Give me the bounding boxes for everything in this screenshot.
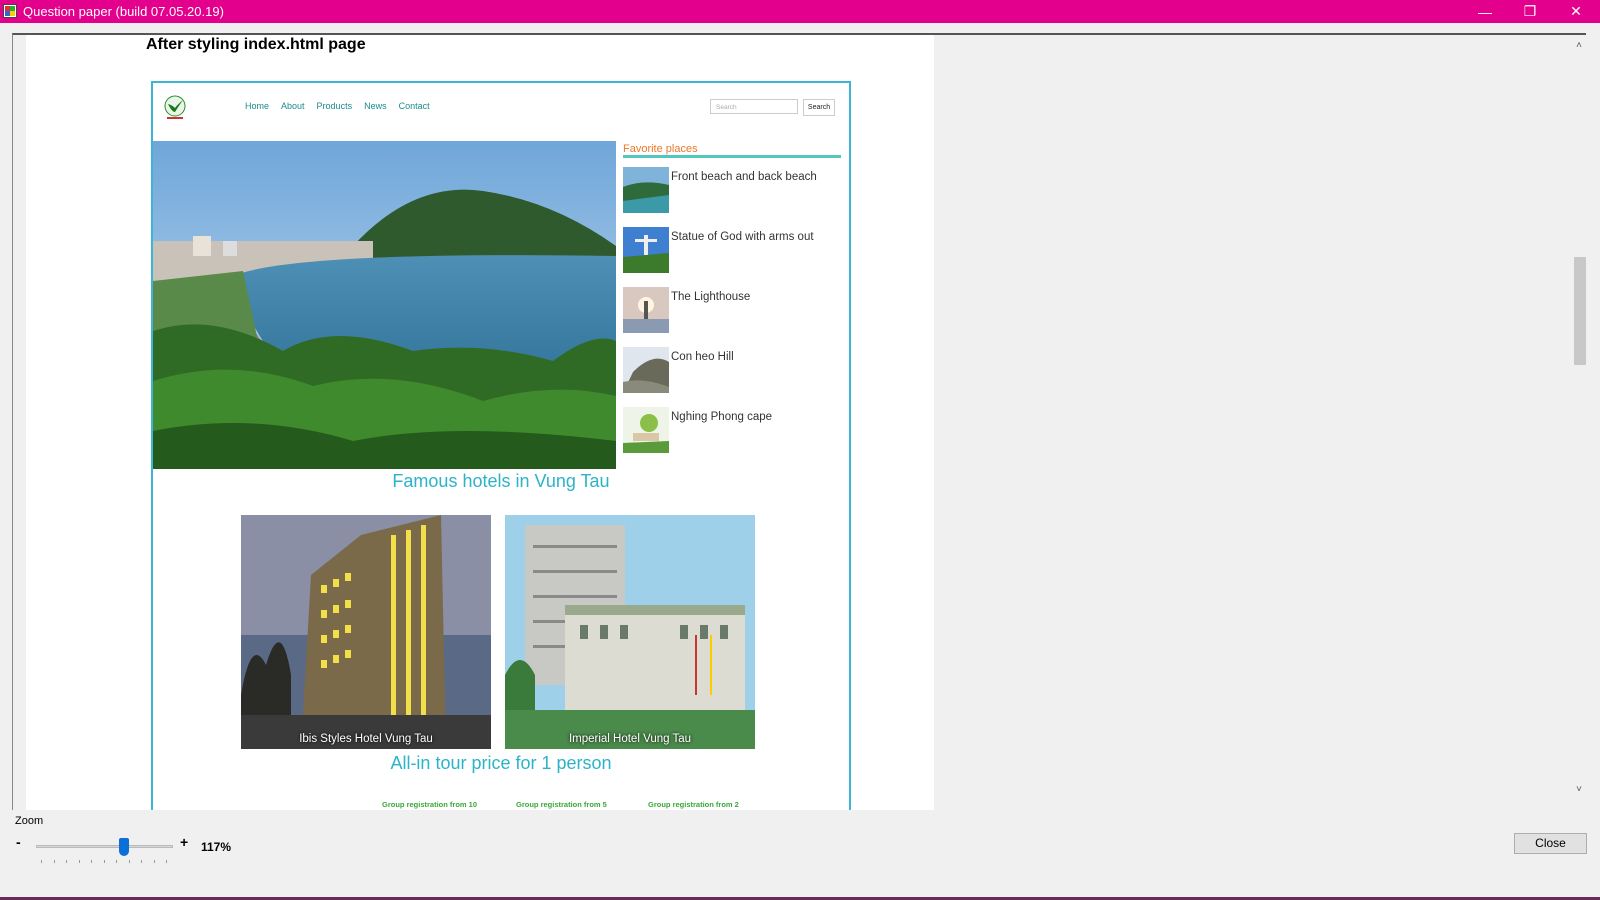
zoom-slider[interactable] (36, 845, 173, 848)
minimize-button[interactable]: — (1462, 0, 1508, 23)
chevron-up-icon[interactable]: ˄ (1572, 39, 1586, 53)
favorite-item: Statue of God with arms out (623, 227, 841, 273)
restore-button[interactable]: ❐ (1507, 0, 1553, 23)
close-window-button[interactable]: ✕ (1553, 0, 1599, 23)
zoom-tick (41, 860, 42, 863)
zoom-tick (91, 860, 92, 863)
price-column-header: Group registration from 5 (516, 800, 607, 809)
hotels-title: Famous hotels in Vung Tau (392, 471, 610, 491)
minimize-icon: — (1478, 3, 1492, 20)
zoom-in-button[interactable]: + (180, 834, 188, 850)
price-column-header: Group registration from 10 (382, 800, 478, 809)
favorite-item: Con heo Hill (623, 347, 841, 393)
website-screenshot: Home About Products News Contact Search … (151, 81, 851, 810)
nav-news: News (364, 101, 387, 111)
favorite-label: Statue of God with arms out (671, 231, 814, 243)
favorite-label: Nghing Phong cape (671, 411, 773, 423)
zoom-tick (153, 860, 155, 863)
window-title: Question paper (build 07.05.20.19) (23, 4, 224, 19)
nav-contact: Contact (398, 101, 430, 111)
zoom-tick (66, 860, 67, 863)
zoom-tick (116, 860, 117, 863)
favorite-thumbnail (623, 227, 669, 273)
restore-icon: ❐ (1523, 3, 1537, 19)
favorite-thumbnail (623, 287, 669, 333)
zoom-tick (141, 860, 142, 863)
zoom-label: Zoom (15, 815, 44, 827)
zoom-value: 117% (201, 840, 232, 854)
hotel-card: Imperial Hotel Vung Tau (505, 515, 755, 749)
zoom-tick (53, 860, 55, 863)
scrollbar-thumb[interactable] (1574, 257, 1586, 365)
favorite-item: The Lighthouse (623, 287, 841, 333)
site-logo-icon (164, 95, 186, 119)
zoom-slider-thumb[interactable] (118, 838, 129, 856)
document-page: After styling index.html page Home About… (26, 35, 934, 810)
close-icon: ✕ (1570, 3, 1582, 19)
site-search-input: Search (710, 99, 798, 114)
document-heading: After styling index.html page (146, 36, 366, 53)
price-column-header: Group registration from 2 (648, 800, 739, 809)
close-button[interactable]: Close (1514, 833, 1587, 854)
zoom-tick (166, 860, 167, 863)
hotel-caption: Imperial Hotel Vung Tau (568, 733, 692, 745)
app-icon (3, 4, 17, 18)
favorite-item: Nghing Phong cape (623, 407, 841, 453)
nav-home: Home (245, 101, 270, 111)
zoom-tick (128, 860, 130, 863)
favorite-thumbnail (623, 167, 669, 213)
favorites-divider (623, 155, 841, 158)
chevron-down-icon[interactable]: ˅ (1572, 783, 1586, 797)
site-search-button: Search (803, 99, 835, 116)
title-bar: Question paper (build 07.05.20.19) — ❐ ✕ (0, 0, 1600, 23)
document-viewer[interactable]: After styling index.html page Home About… (12, 33, 1586, 810)
nav-about: About (281, 101, 305, 111)
favorite-label: Con heo Hill (671, 351, 734, 363)
hotel-card: Ibis Styles Hotel Vung Tau (241, 515, 491, 749)
nav-products: Products (316, 101, 353, 111)
site-nav: Home About Products News Contact (245, 101, 430, 111)
favorite-item: Front beach and back beach (623, 167, 841, 213)
favorite-label: Front beach and back beach (671, 171, 817, 183)
favorite-thumbnail (623, 347, 669, 393)
hero-image (153, 141, 616, 469)
favorite-thumbnail (623, 407, 669, 453)
vertical-scrollbar[interactable]: ˄ ˅ (1572, 35, 1586, 810)
zoom-out-button[interactable]: - (16, 834, 21, 850)
favorite-label: The Lighthouse (671, 291, 751, 303)
zoom-tick (78, 860, 80, 863)
hotel-caption: Ibis Styles Hotel Vung Tau (299, 733, 433, 745)
price-title: All-in tour price for 1 person (390, 753, 612, 773)
zoom-tick (103, 860, 105, 863)
favorites-title: Favorite places (623, 143, 698, 155)
